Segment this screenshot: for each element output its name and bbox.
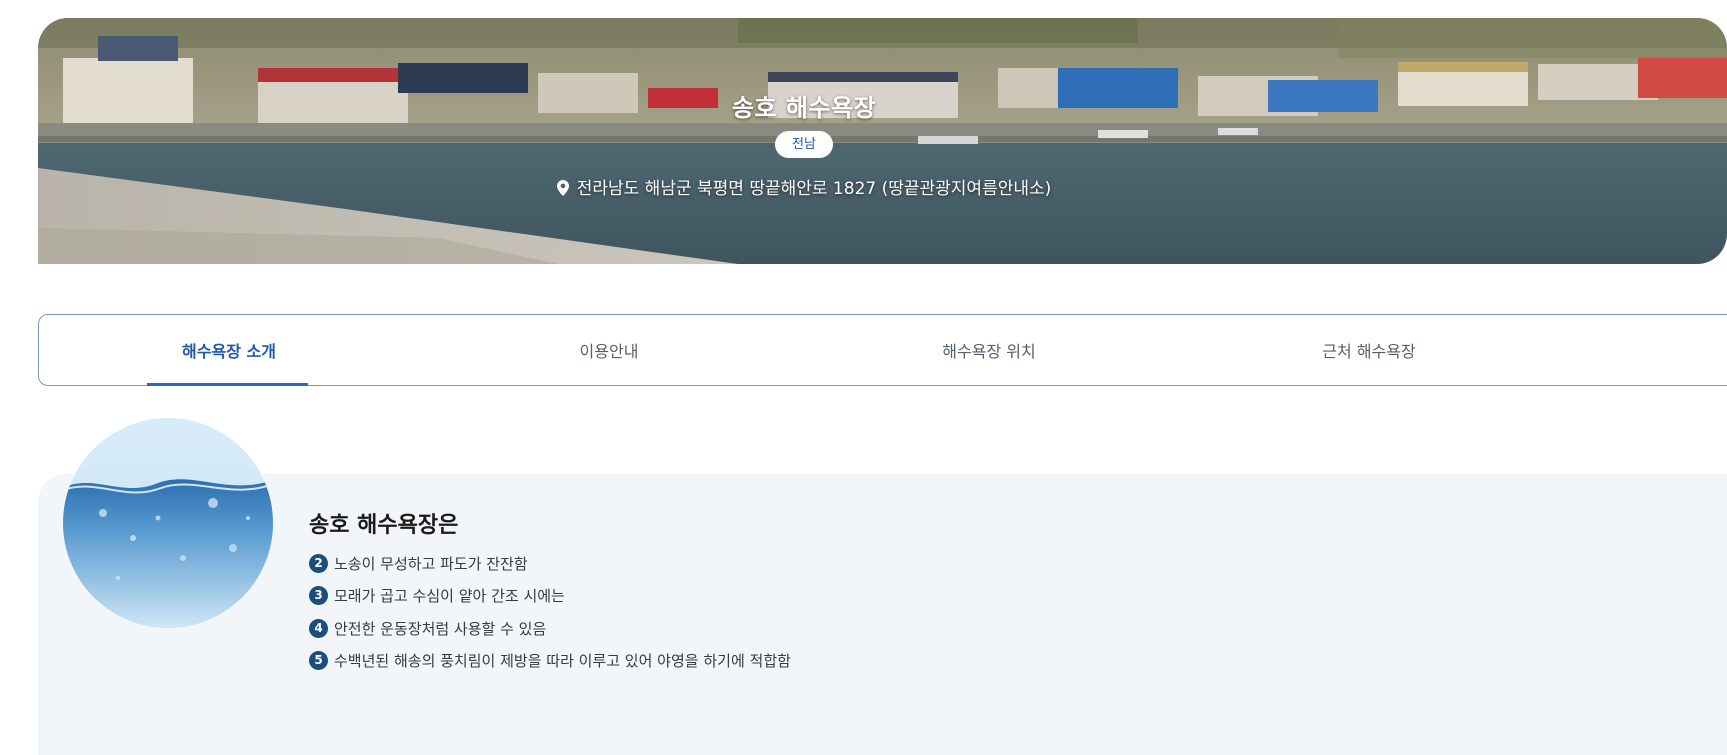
list-item-text: 수백년된 해송의 풍치림이 제방을 따라 이루고 있어 야영을 하기에 적합함 bbox=[334, 652, 791, 671]
list-item-text: 안전한 운동장처럼 사용할 수 있음 bbox=[334, 619, 547, 638]
number-badge: 5 bbox=[309, 651, 328, 671]
tab-label: 해수욕장 소개 bbox=[182, 342, 276, 361]
intro-title: 송호 해수욕장은 bbox=[309, 513, 459, 538]
hero-overlay: 송호 해수욕장 전남 전라남도 해남군 북평면 땅끝해안로 1827 (땅끝관광… bbox=[38, 18, 1727, 264]
list-item: 5 수백년된 해송의 풍치림이 제방을 따라 이루고 있어 야영을 하기에 적합… bbox=[309, 645, 791, 678]
list-item: 4 안전한 운동장처럼 사용할 수 있음 bbox=[309, 612, 791, 645]
section-tabs: 해수욕장 소개 이용안내 해수욕장 위치 근처 해수욕장 bbox=[38, 314, 1727, 386]
tab-label: 이용안내 bbox=[579, 342, 639, 361]
region-badge: 전남 bbox=[775, 131, 833, 158]
number-badge: 3 bbox=[309, 586, 328, 606]
map-pin-icon bbox=[556, 180, 569, 201]
list-item-text: 모래가 곱고 수심이 얕아 간조 시에는 bbox=[334, 587, 565, 606]
water-image bbox=[63, 418, 273, 628]
list-item: 3 모래가 곱고 수심이 얕아 간조 시에는 bbox=[309, 580, 791, 613]
intro-feature-list: 2 노송이 무성하고 파도가 잔잔함 3 모래가 곱고 수심이 얕아 간조 시에… bbox=[309, 547, 791, 677]
address-text: 전라남도 해남군 북평면 땅끝해안로 1827 (땅끝관광지여름안내소) bbox=[576, 179, 1052, 199]
tab-label: 근처 해수욕장 bbox=[1322, 342, 1416, 361]
beach-address: 전라남도 해남군 북평면 땅끝해안로 1827 (땅끝관광지여름안내소) bbox=[38, 174, 1570, 201]
tab-location[interactable]: 해수욕장 위치 bbox=[799, 315, 1179, 385]
beach-title: 송호 해수욕장 bbox=[731, 94, 877, 122]
list-item: 2 노송이 무성하고 파도가 잔잔함 bbox=[309, 547, 791, 580]
intro-panel bbox=[38, 474, 1727, 755]
tab-intro[interactable]: 해수욕장 소개 bbox=[39, 315, 419, 386]
tab-usage-guide[interactable]: 이용안내 bbox=[419, 315, 799, 385]
tab-nearby-beaches[interactable]: 근처 해수욕장 bbox=[1179, 315, 1559, 385]
list-item-text: 노송이 무성하고 파도가 잔잔함 bbox=[334, 554, 528, 573]
number-badge: 4 bbox=[309, 618, 328, 638]
tab-label: 해수욕장 위치 bbox=[942, 342, 1036, 361]
number-badge: 2 bbox=[309, 553, 328, 573]
hero-banner: 송호 해수욕장 전남 전라남도 해남군 북평면 땅끝해안로 1827 (땅끝관광… bbox=[38, 18, 1727, 264]
